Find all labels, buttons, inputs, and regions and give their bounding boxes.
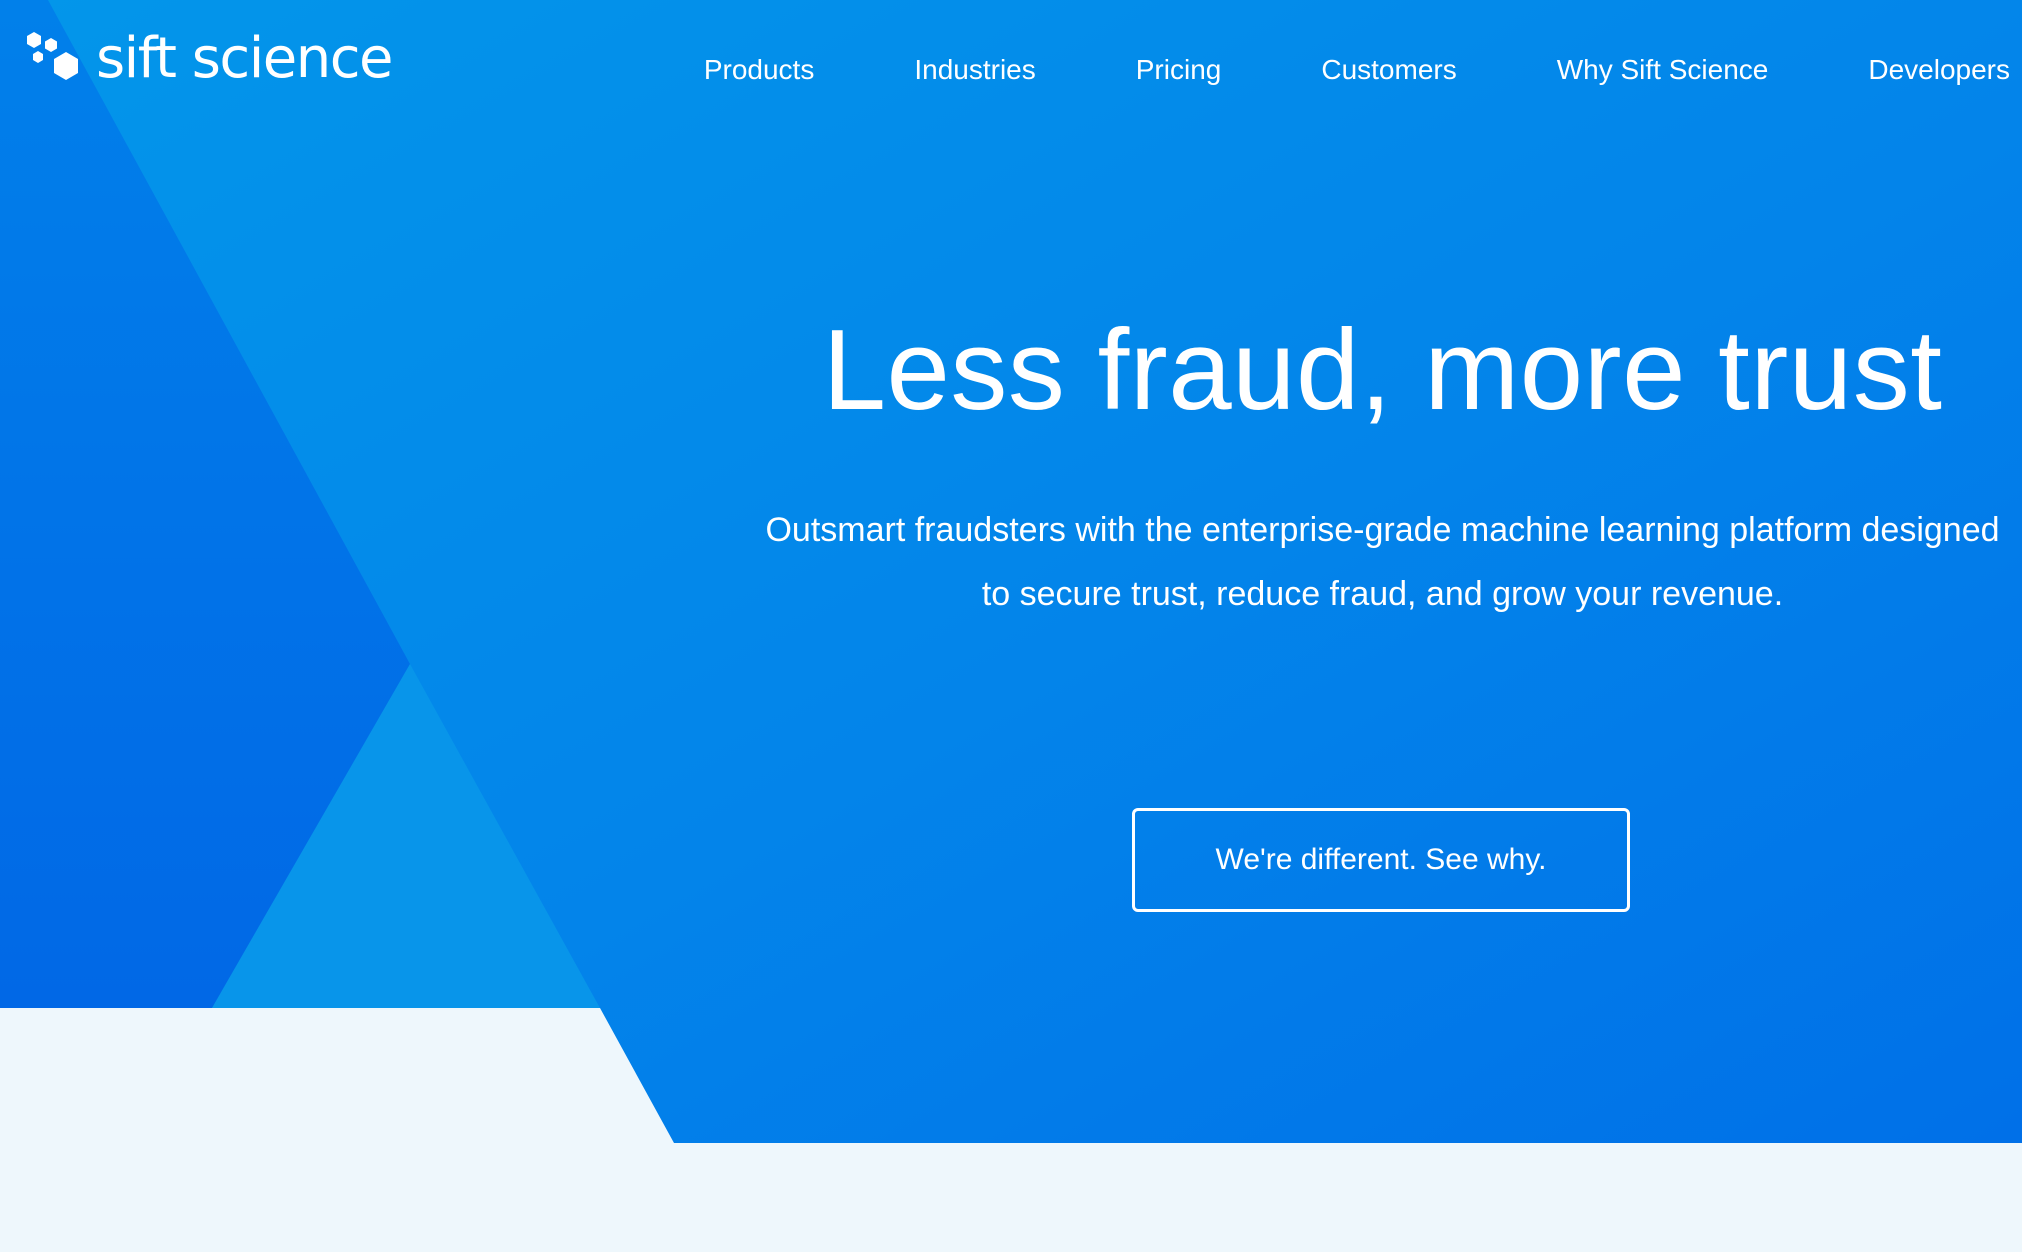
hexagon-cluster-icon	[27, 32, 78, 80]
nav-why-sift-science[interactable]: Why Sift Science	[1557, 50, 1769, 90]
nav-developers[interactable]: Developers	[1868, 50, 2010, 90]
hero-background	[0, 0, 2022, 1143]
site-logo[interactable]: sift science	[26, 26, 393, 92]
logo-text: sift science	[96, 26, 393, 91]
see-why-button[interactable]: We're different. See why.	[1132, 808, 1630, 912]
nav-industries[interactable]: Industries	[914, 50, 1035, 90]
nav-products[interactable]: Products	[704, 50, 815, 90]
hero-headline: Less fraud, more trust	[822, 307, 1943, 434]
hero-subtext: Outsmart fraudsters with the enterprise-…	[765, 511, 2000, 613]
nav-pricing[interactable]: Pricing	[1136, 50, 1222, 90]
main-nav: Products Industries Pricing Customers Wh…	[704, 44, 2010, 96]
nav-customers[interactable]: Customers	[1321, 50, 1456, 90]
hero-section: sift science Products Industries Pricing…	[0, 0, 2022, 1252]
